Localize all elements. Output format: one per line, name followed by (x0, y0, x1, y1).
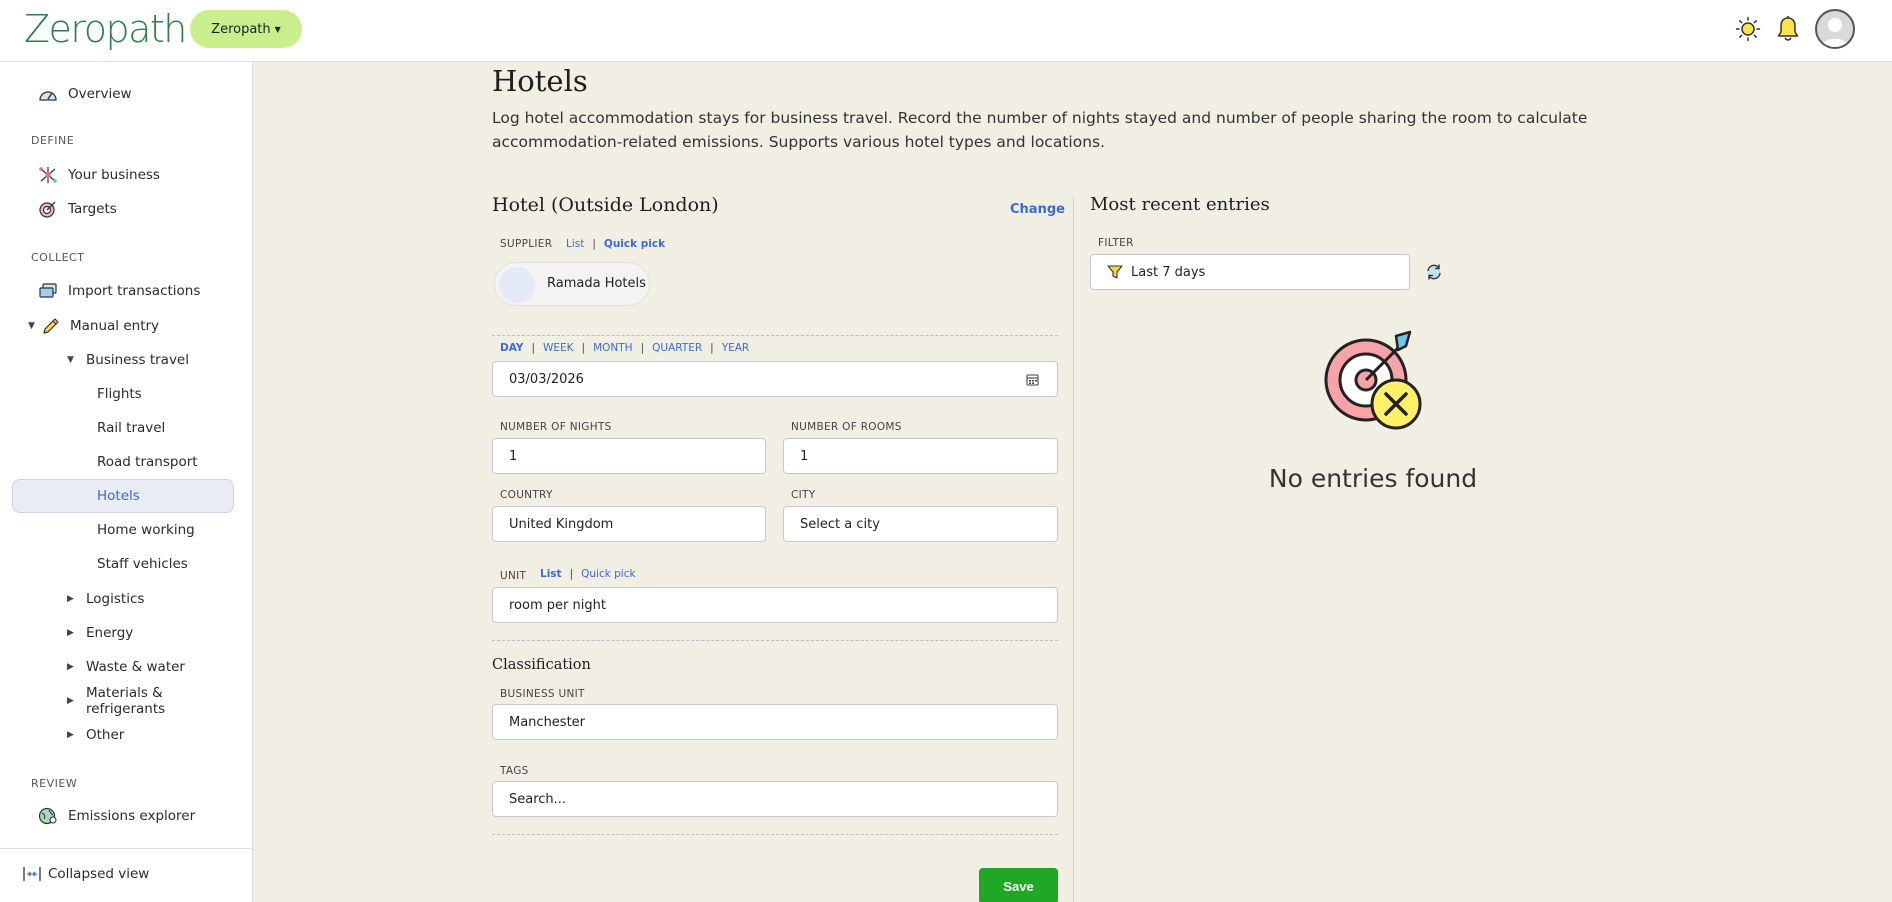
org-selector-label: Zeropath (211, 21, 271, 37)
period-year[interactable]: YEAR (722, 342, 750, 354)
section-review: REVIEW (31, 777, 78, 790)
country-select[interactable]: United Kingdom (492, 506, 766, 542)
user-avatar-icon[interactable] (1815, 9, 1855, 49)
sun-icon[interactable] (1733, 14, 1763, 44)
caret-down-icon: ▼ (28, 321, 35, 331)
period-day[interactable]: DAY (500, 342, 523, 354)
zeropath-logo[interactable]: Zeropath (24, 4, 187, 54)
period-tabs: DAY | WEEK | MONTH | QUARTER | YEAR (500, 342, 750, 354)
supplier-list-link[interactable]: List (566, 238, 584, 250)
section-define: DEFINE (31, 134, 75, 147)
collapsed-view-toggle[interactable]: Collapsed view (22, 865, 149, 883)
collapsed-view-label: Collapsed view (48, 866, 150, 882)
supplier-name: Ramada Hotels (547, 276, 646, 291)
sidebar-item-business-travel[interactable]: ▼ Business travel (12, 343, 234, 377)
filter-funnel-icon (1107, 265, 1123, 279)
supplier-label: SUPPLIER (500, 238, 553, 250)
tags-input[interactable]: Search... (492, 781, 1058, 817)
period-quarter[interactable]: QUARTER (652, 342, 702, 354)
target-icon (39, 201, 56, 218)
business-unit-select[interactable]: Manchester (492, 704, 1058, 740)
filter-value: Last 7 days (1131, 264, 1206, 280)
recent-entries-title: Most recent entries (1090, 194, 1270, 215)
top-bar: Zeropath Zeropath ▼ (0, 0, 1892, 62)
supplier-mode-toggle: List | Quick pick (566, 238, 666, 250)
save-button[interactable]: Save (979, 868, 1058, 902)
caret-right-icon: ▶ (67, 594, 74, 604)
gauge-icon (39, 91, 57, 101)
sidebar-item-energy[interactable]: ▶ Energy (12, 616, 234, 650)
unit-select[interactable]: room per night (492, 587, 1058, 623)
divider (492, 834, 1058, 835)
period-month[interactable]: MONTH (593, 342, 633, 354)
sidebar-item-your-business[interactable]: Your business (12, 158, 234, 192)
sidebar-item-import-transactions[interactable]: Import transactions (12, 274, 234, 308)
sidebar-item-waste-water[interactable]: ▶ Waste & water (12, 650, 234, 684)
page-description: Log hotel accommodation stays for busine… (492, 109, 1588, 151)
filter-label: FILTER (1098, 237, 1134, 249)
unit-list-link[interactable]: List (540, 568, 562, 580)
caret-down-icon: ▼ (274, 24, 281, 34)
sidebar-item-staff-vehicles[interactable]: Staff vehicles (12, 547, 234, 581)
sidebar-item-targets[interactable]: Targets (12, 192, 234, 226)
unit-label: UNIT (500, 570, 527, 582)
change-link[interactable]: Change (1010, 202, 1065, 217)
sidebar: Overview DEFINE Your business Targets CO… (0, 62, 253, 902)
sidebar-item-logistics[interactable]: ▶ Logistics (12, 582, 234, 616)
sidebar-item-overview[interactable]: Overview (12, 77, 234, 111)
supplier-chip[interactable]: Ramada Hotels (494, 262, 650, 306)
caret-down-icon: ▼ (67, 355, 74, 365)
caret-right-icon: ▶ (67, 730, 74, 740)
calendar-icon[interactable] (1026, 373, 1039, 386)
caret-right-icon: ▶ (67, 662, 74, 672)
caret-right-icon: ▶ (67, 696, 74, 706)
sidebar-item-hotels[interactable]: Hotels (12, 479, 234, 513)
page-title: Hotels (492, 64, 588, 98)
caret-right-icon: ▶ (67, 628, 74, 638)
divider (492, 335, 1058, 336)
nights-label: NUMBER OF NIGHTS (500, 421, 612, 433)
business-unit-label: BUSINESS UNIT (500, 688, 585, 700)
nights-input[interactable]: 1 (492, 438, 766, 474)
country-label: COUNTRY (500, 489, 553, 501)
bell-icon[interactable] (1773, 14, 1803, 44)
refresh-icon[interactable] (1424, 262, 1444, 282)
rooms-input[interactable]: 1 (783, 438, 1058, 474)
globe-icon (38, 807, 57, 825)
unit-mode-toggle: List | Quick pick (540, 568, 636, 580)
date-input[interactable]: 03/03/2026 (492, 361, 1058, 397)
date-value: 03/03/2026 (509, 371, 584, 387)
supplier-quick-pick-link[interactable]: Quick pick (604, 238, 665, 250)
divider (492, 640, 1058, 641)
tags-label: TAGS (500, 765, 529, 777)
sidebar-item-manual-entry[interactable]: ▼ Manual entry (12, 309, 234, 343)
city-select[interactable]: Select a city (783, 506, 1058, 542)
network-icon (39, 167, 57, 183)
empty-state-text: No entries found (1268, 464, 1478, 493)
city-label: CITY (791, 489, 816, 501)
sidebar-item-other[interactable]: ▶ Other (12, 718, 234, 752)
filter-select[interactable]: Last 7 days (1090, 254, 1410, 290)
sidebar-item-road-transport[interactable]: Road transport (12, 445, 234, 479)
period-week[interactable]: WEEK (543, 342, 574, 354)
collapse-icon (23, 867, 41, 881)
pencil-icon (43, 318, 59, 334)
classification-heading: Classification (492, 657, 591, 673)
form-title: Hotel (Outside London) (492, 194, 719, 216)
rooms-label: NUMBER OF ROOMS (791, 421, 902, 433)
sidebar-item-rail-travel[interactable]: Rail travel (12, 411, 234, 445)
unit-quick-pick-link[interactable]: Quick pick (581, 568, 635, 580)
sidebar-item-flights[interactable]: Flights (12, 377, 234, 411)
column-divider (1073, 196, 1074, 902)
section-collect: COLLECT (31, 251, 85, 264)
sidebar-footer: Collapsed view (0, 848, 252, 902)
supplier-logo (499, 267, 535, 303)
org-selector-button[interactable]: Zeropath ▼ (190, 10, 302, 48)
sidebar-item-home-working[interactable]: Home working (12, 513, 234, 547)
sidebar-item-materials-refrigerants[interactable]: ▶ Materials & refrigerants (12, 684, 234, 718)
cards-icon (39, 283, 57, 298)
no-entries-target-icon (1324, 330, 1422, 430)
sidebar-item-emissions-explorer[interactable]: Emissions explorer (12, 799, 234, 833)
